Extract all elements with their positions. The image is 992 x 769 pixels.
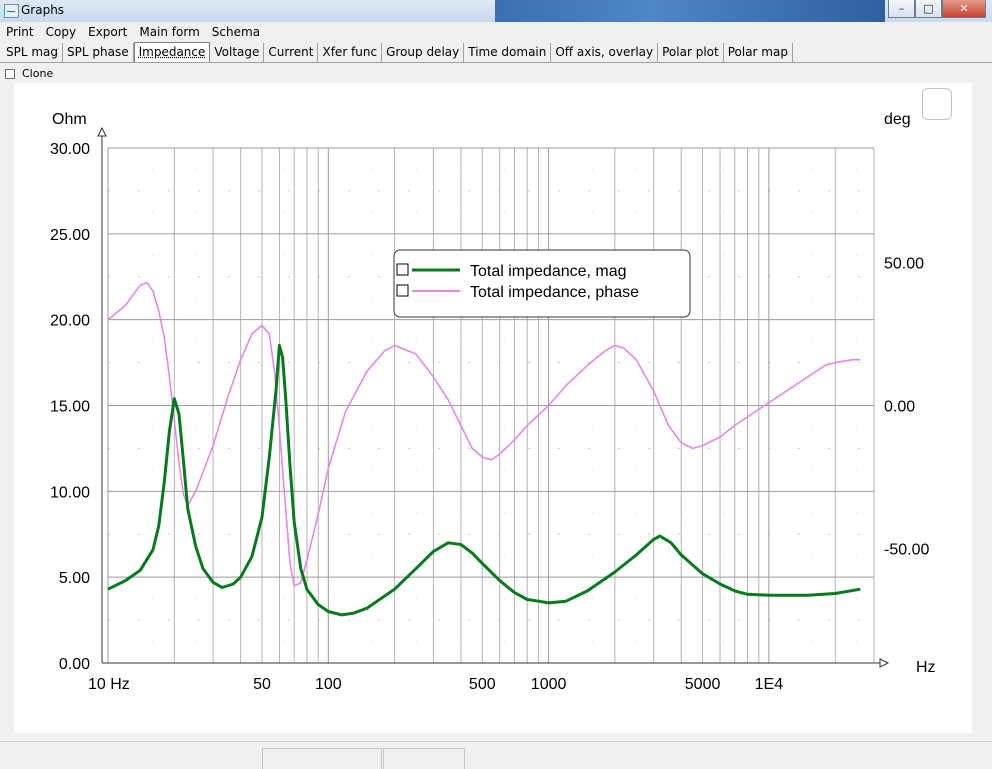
- status-panel-2: [383, 748, 465, 769]
- y-tick-label-left: 30.00: [50, 141, 90, 158]
- y-tick-label-left: 25.00: [50, 227, 90, 244]
- status-bar: [0, 741, 992, 769]
- y-tick-label-right: -50.00: [884, 542, 929, 559]
- tick-labels: 0.00 5.00 10.00 15.00 20.00 25.00 30.00 -50.00 0…: [50, 141, 930, 693]
- x-axis-arrow: [879, 658, 890, 668]
- y-axis-label-right: deg: [884, 111, 911, 128]
- x-tick-label: 50: [253, 676, 271, 693]
- legend-checkbox: [396, 263, 409, 276]
- x-tick-label: 10 Hz: [88, 676, 130, 693]
- y-axis-label-left: Ohm: [52, 111, 87, 128]
- chart-axes: [97, 126, 890, 668]
- y-tick-label-right: 0.00: [884, 399, 915, 416]
- x-tick-label: 1E4: [755, 676, 784, 693]
- status-panel-1: [262, 748, 382, 769]
- y-tick-label-left: 20.00: [50, 313, 90, 330]
- y-tick-label-left: 15.00: [50, 399, 90, 416]
- y-tick-label-left: 5.00: [59, 570, 90, 587]
- x-tick-label: 1000: [531, 676, 567, 693]
- y-tick-label-right: 50.00: [884, 255, 924, 272]
- x-tick-label: 100: [315, 676, 342, 693]
- impedance-chart: 0.00 5.00 10.00 15.00 20.00 25.00 30.00 -50.00 0…: [50, 111, 936, 693]
- x-tick-label: 5000: [685, 676, 721, 693]
- y-tick-label-left: 0.00: [59, 656, 90, 673]
- x-axis-label: Hz: [916, 659, 936, 676]
- legend-checkbox: [396, 284, 409, 297]
- legend-label: Total impedance, phase: [470, 284, 639, 301]
- chart-legend: Total impedance, mag Total impedance, pha…: [393, 249, 691, 318]
- y-axis-arrow: [97, 126, 107, 137]
- legend-label: Total impedance, mag: [470, 263, 627, 280]
- y-tick-label-left: 10.00: [50, 484, 90, 501]
- x-tick-label: 500: [469, 676, 496, 693]
